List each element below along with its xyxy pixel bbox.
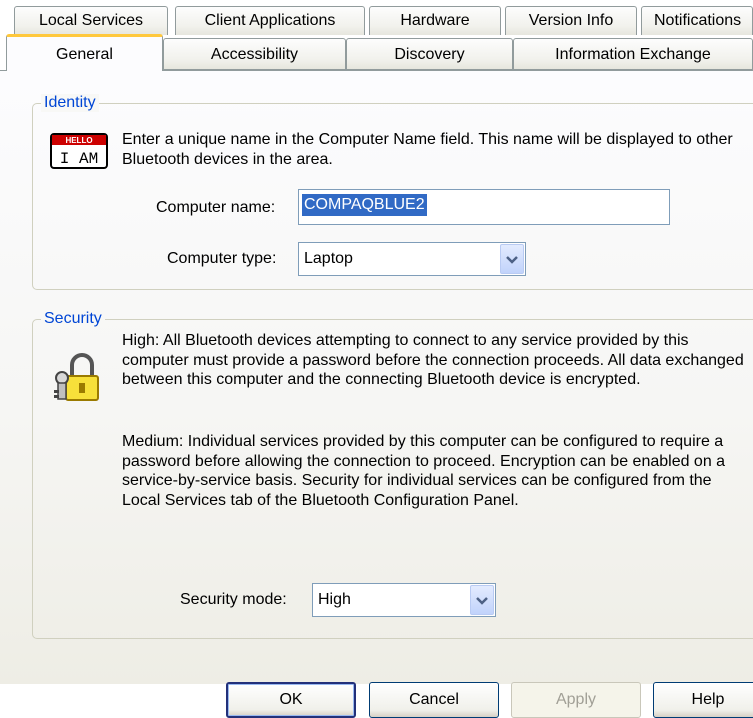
tab-discovery[interactable]: Discovery	[346, 38, 513, 70]
help-button[interactable]: Help	[653, 682, 753, 718]
tab-hardware[interactable]: Hardware	[369, 6, 501, 35]
tab-version-info[interactable]: Version Info	[505, 6, 637, 35]
ok-button[interactable]: OK	[226, 682, 356, 718]
svg-text:I AM: I AM	[60, 150, 98, 168]
tab-local-services[interactable]: Local Services	[14, 6, 168, 35]
cancel-button[interactable]: Cancel	[369, 682, 499, 718]
padlock-keys-icon	[52, 350, 106, 404]
hello-i-am-badge-icon: HELLO I AM	[50, 133, 108, 169]
tab-accessibility[interactable]: Accessibility	[163, 38, 346, 70]
security-legend: Security	[41, 310, 105, 328]
security-medium-description: Medium: Individual services provided by …	[122, 433, 726, 509]
svg-text:HELLO: HELLO	[65, 136, 92, 145]
computer-name-value: COMPAQBLUE2	[302, 194, 427, 216]
chevron-down-icon[interactable]	[470, 585, 494, 615]
security-mode-label: Security mode:	[180, 591, 287, 608]
computer-name-input[interactable]: COMPAQBLUE2	[298, 189, 670, 225]
security-mode-value: High	[318, 591, 351, 608]
identity-description: Enter a unique name in the Computer Name…	[122, 131, 733, 168]
computer-type-value: Laptop	[304, 250, 353, 267]
security-high-description: High: All Bluetooth devices attempting t…	[122, 332, 744, 388]
computer-name-label: Computer name:	[156, 199, 276, 216]
chevron-down-icon[interactable]	[500, 244, 524, 274]
security-mode-select[interactable]: High	[312, 583, 496, 617]
tab-notifications[interactable]: Notifications	[641, 6, 753, 35]
identity-legend: Identity	[41, 94, 99, 112]
computer-type-select[interactable]: Laptop	[298, 242, 526, 276]
computer-type-label: Computer type:	[167, 250, 277, 267]
tab-general[interactable]: General	[6, 34, 163, 71]
tab-information-exchange[interactable]: Information Exchange	[513, 38, 753, 70]
apply-button[interactable]: Apply	[511, 682, 641, 718]
tab-client-applications[interactable]: Client Applications	[175, 6, 365, 35]
